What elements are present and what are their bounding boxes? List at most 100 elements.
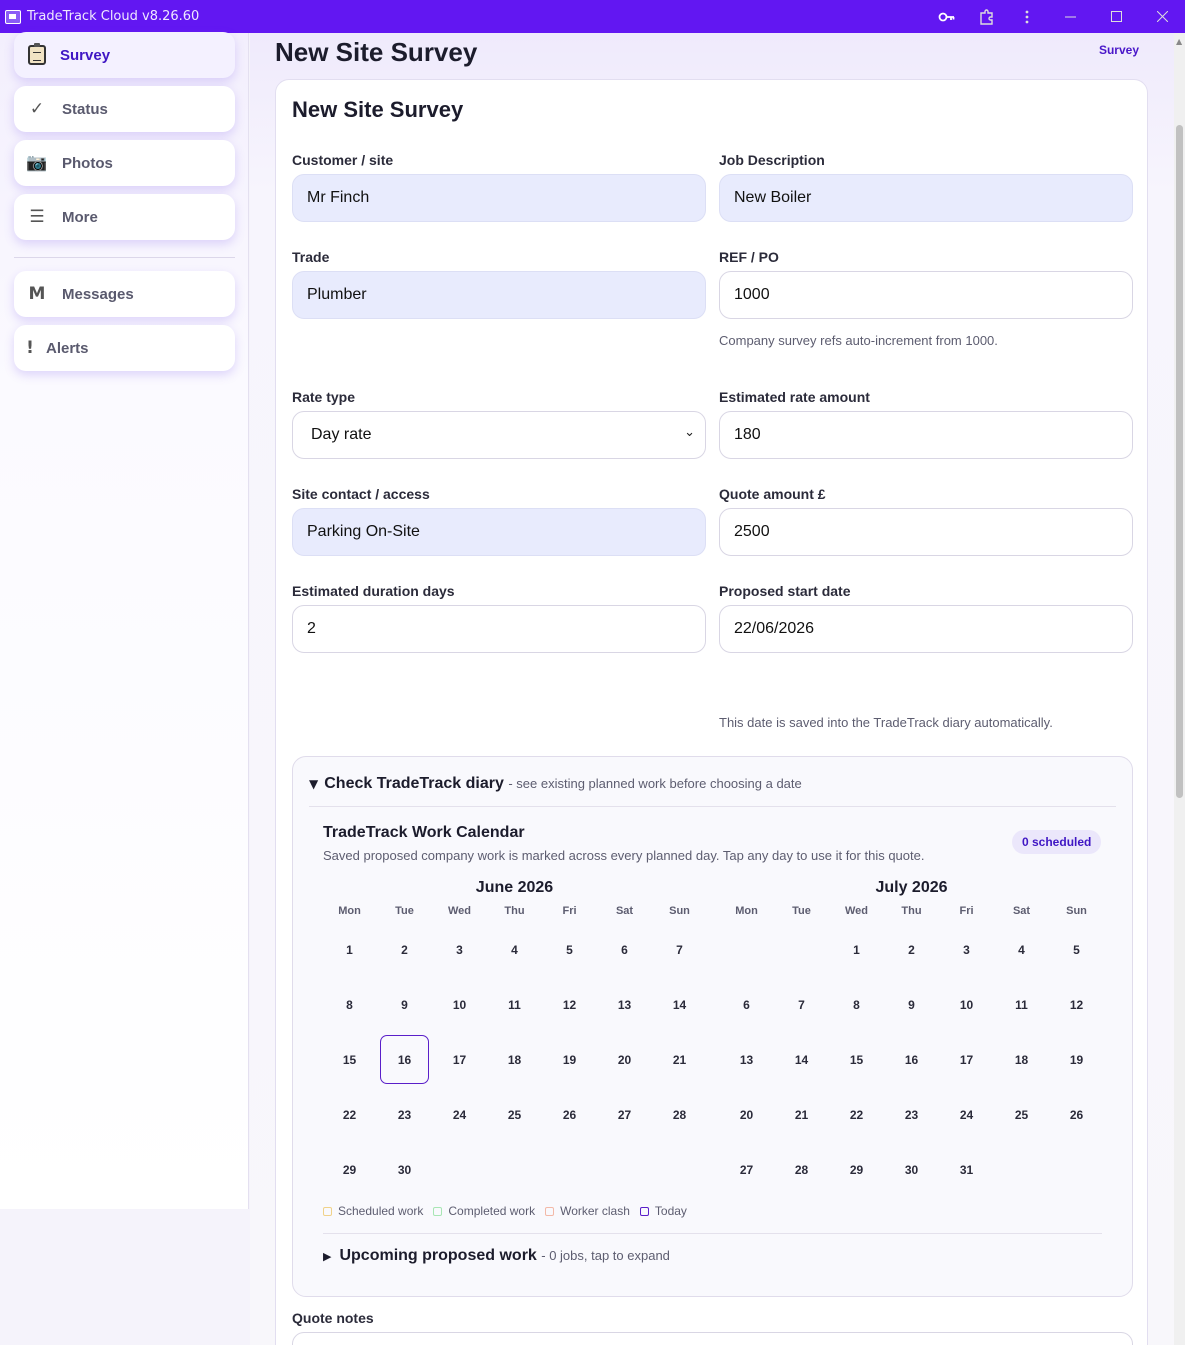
scrollbar-thumb[interactable]: [1176, 125, 1183, 798]
calendar-day[interactable]: 6: [600, 925, 649, 974]
calendar-day[interactable]: 21: [777, 1090, 826, 1139]
calendar-day[interactable]: 9: [380, 980, 429, 1029]
alert-icon: !: [26, 338, 34, 358]
quote-amount-field[interactable]: 2500: [719, 508, 1133, 556]
calendar-day[interactable]: 28: [655, 1090, 704, 1139]
calendar-day[interactable]: 30: [380, 1145, 429, 1194]
calendar-day[interactable]: 5: [545, 925, 594, 974]
calendar-day[interactable]: 29: [325, 1145, 374, 1194]
calendar-day[interactable]: 21: [655, 1035, 704, 1084]
calendar-day[interactable]: 18: [490, 1035, 539, 1084]
sidebar-footer-area: [0, 1209, 249, 1345]
calendar-day-today[interactable]: 16: [380, 1035, 429, 1084]
rate-type-label: Rate type: [292, 389, 356, 405]
calendar-day[interactable]: 17: [435, 1035, 484, 1084]
sidebar-item-photos[interactable]: 📷 Photos: [14, 140, 235, 186]
upcoming-work-toggle[interactable]: ▶ Upcoming proposed work - 0 jobs, tap to…: [323, 1247, 670, 1265]
calendar-day[interactable]: 4: [997, 925, 1046, 974]
calendar-day[interactable]: 6: [722, 980, 771, 1029]
job-description-field[interactable]: New Boiler: [719, 174, 1133, 222]
calendar-day[interactable]: 26: [545, 1090, 594, 1139]
calendar-day[interactable]: 24: [435, 1090, 484, 1139]
calendar-day[interactable]: 7: [655, 925, 704, 974]
calendar-day[interactable]: 5: [1052, 925, 1101, 974]
scroll-up-icon[interactable]: ▲: [1176, 37, 1182, 46]
calendar-day[interactable]: 31: [942, 1145, 991, 1194]
breadcrumb[interactable]: Survey: [1099, 43, 1139, 57]
start-date-field[interactable]: 22/06/2026: [719, 605, 1133, 653]
calendar-day[interactable]: 19: [545, 1035, 594, 1084]
calendar-day[interactable]: 1: [325, 925, 374, 974]
calendar-day[interactable]: 25: [997, 1090, 1046, 1139]
calendar-day[interactable]: 30: [887, 1145, 936, 1194]
calendar-day[interactable]: 24: [942, 1090, 991, 1139]
quote-notes-field[interactable]: [292, 1332, 1133, 1345]
calendar-day[interactable]: 23: [380, 1090, 429, 1139]
calendar-day[interactable]: 2: [380, 925, 429, 974]
calendar-day[interactable]: 22: [832, 1090, 881, 1139]
calendar-day[interactable]: 13: [722, 1035, 771, 1084]
calendar-day[interactable]: 4: [490, 925, 539, 974]
sidebar-item-alerts[interactable]: ! Alerts: [14, 325, 235, 371]
trade-field[interactable]: Plumber: [292, 271, 706, 319]
calendar-day[interactable]: 10: [942, 980, 991, 1029]
calendar-day[interactable]: 12: [545, 980, 594, 1029]
divider: [309, 806, 1116, 807]
close-icon[interactable]: [1139, 0, 1185, 33]
key-icon[interactable]: [927, 0, 967, 33]
title-bar: TradeTrack Cloud v8.26.60: [0, 0, 1185, 33]
sidebar-item-more[interactable]: ☰ More: [14, 194, 235, 240]
calendar-day[interactable]: 23: [887, 1090, 936, 1139]
diary-toggle[interactable]: ▼ Check TradeTrack diary - see existing p…: [309, 775, 802, 793]
maximize-icon[interactable]: [1093, 0, 1139, 33]
calendar-day[interactable]: 3: [435, 925, 484, 974]
ref-po-field[interactable]: 1000: [719, 271, 1133, 319]
camera-icon: 📷: [26, 153, 48, 173]
sidebar-item-survey[interactable]: Survey: [14, 32, 235, 78]
calendar-day[interactable]: 11: [490, 980, 539, 1029]
rate-type-select[interactable]: Day rate ⌄: [292, 411, 706, 459]
calendar-day[interactable]: 7: [777, 980, 826, 1029]
calendar-day[interactable]: 8: [325, 980, 374, 1029]
calendar-day[interactable]: 19: [1052, 1035, 1101, 1084]
minimize-icon[interactable]: [1047, 0, 1093, 33]
calendar-day[interactable]: 15: [325, 1035, 374, 1084]
calendar-day[interactable]: 8: [832, 980, 881, 1029]
duration-field[interactable]: 2: [292, 605, 706, 653]
customer-field[interactable]: Mr Finch: [292, 174, 706, 222]
calendar-day[interactable]: 16: [887, 1035, 936, 1084]
calendar-day[interactable]: 20: [722, 1090, 771, 1139]
site-contact-field[interactable]: Parking On-Site: [292, 508, 706, 556]
sidebar-item-messages[interactable]: M Messages: [14, 271, 235, 317]
calendar-day[interactable]: 26: [1052, 1090, 1101, 1139]
calendar-day[interactable]: 18: [997, 1035, 1046, 1084]
calendar-day[interactable]: 14: [655, 980, 704, 1029]
calendar-day[interactable]: 28: [777, 1145, 826, 1194]
sidebar-item-status[interactable]: ✓ Status: [14, 86, 235, 132]
calendar-day[interactable]: 27: [722, 1145, 771, 1194]
calendar-day[interactable]: 3: [942, 925, 991, 974]
quote-amount-label: Quote amount £: [719, 486, 826, 502]
calendar-day[interactable]: 22: [325, 1090, 374, 1139]
extensions-icon[interactable]: [967, 0, 1007, 33]
legend-swatch: [639, 1206, 649, 1216]
calendar-day[interactable]: 25: [490, 1090, 539, 1139]
calendar-day[interactable]: 29: [832, 1145, 881, 1194]
calendar-day[interactable]: 13: [600, 980, 649, 1029]
calendar-day[interactable]: 27: [600, 1090, 649, 1139]
calendar-day[interactable]: 14: [777, 1035, 826, 1084]
legend-label: Completed work: [448, 1204, 536, 1218]
calendar-day[interactable]: 9: [887, 980, 936, 1029]
calendar-day[interactable]: 20: [600, 1035, 649, 1084]
calendar-day[interactable]: 12: [1052, 980, 1101, 1029]
calendar-day[interactable]: 17: [942, 1035, 991, 1084]
calendar-day[interactable]: 2: [887, 925, 936, 974]
rate-amount-field[interactable]: 180: [719, 411, 1133, 459]
calendar-day[interactable]: 1: [832, 925, 881, 974]
scrollbar[interactable]: ▲: [1174, 33, 1185, 1345]
more-options-icon[interactable]: [1007, 0, 1047, 33]
calendar-day[interactable]: 10: [435, 980, 484, 1029]
calendar-day[interactable]: 11: [997, 980, 1046, 1029]
calendar-day[interactable]: 15: [832, 1035, 881, 1084]
weekday-label: Sun: [669, 905, 690, 917]
